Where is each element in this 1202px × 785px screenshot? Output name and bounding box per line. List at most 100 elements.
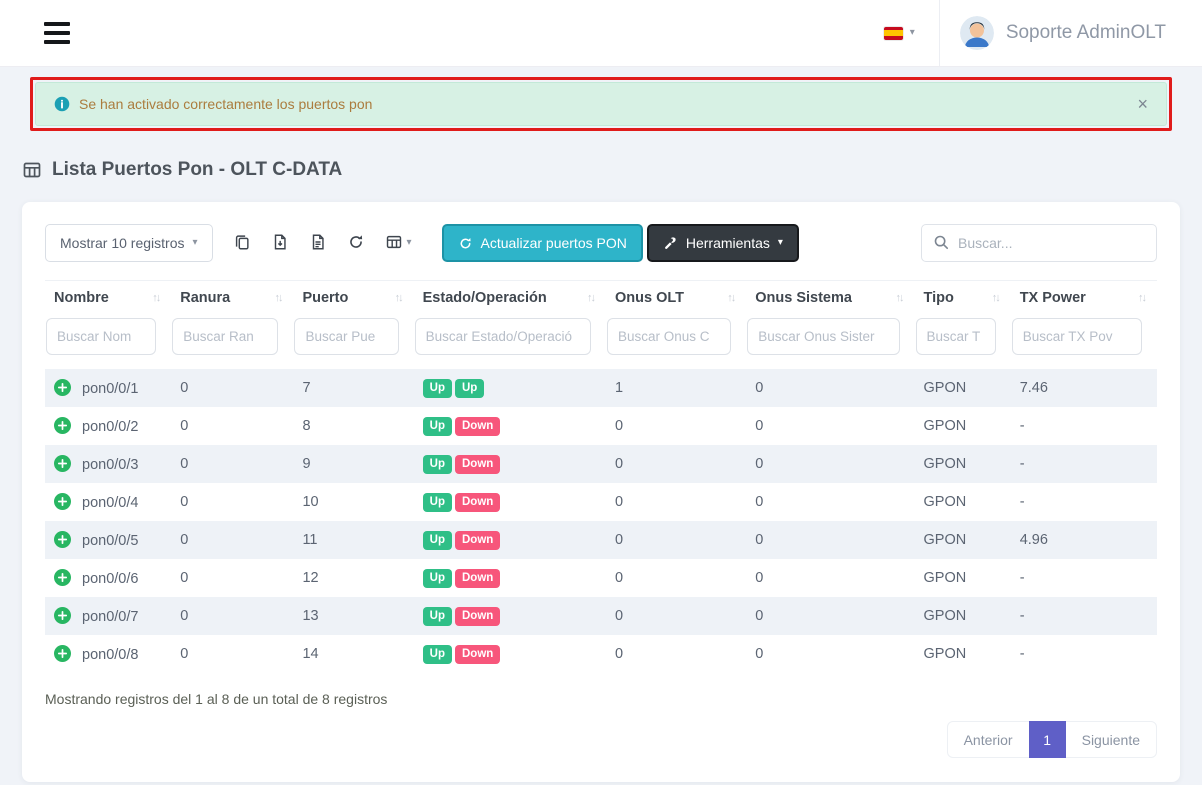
ranura-cell: 0	[171, 559, 293, 597]
tipo-cell: GPON	[915, 597, 1011, 635]
filter-input-onus_olt[interactable]	[607, 318, 731, 355]
column-label: Tipo	[924, 290, 954, 306]
onus-sistema-cell: 0	[746, 369, 914, 407]
tx-power-cell: -	[1011, 483, 1157, 521]
ranura-cell: 0	[171, 483, 293, 521]
tx-power-cell: -	[1011, 635, 1157, 673]
export-file-button[interactable]	[307, 231, 329, 256]
onus-olt-cell: 0	[606, 407, 746, 445]
menu-icon	[44, 22, 70, 26]
ranura-cell: 0	[171, 369, 293, 407]
column-label: Ranura	[180, 290, 230, 306]
info-icon	[54, 96, 70, 112]
sort-icon: ↑↓	[395, 292, 402, 304]
menu-toggle-button[interactable]	[40, 18, 74, 48]
reload-table-button[interactable]	[345, 231, 367, 256]
column-header-puerto[interactable]: Puerto↑↓	[293, 280, 413, 317]
column-label: Onus Sistema	[755, 290, 852, 306]
search-input[interactable]	[921, 224, 1157, 262]
operacion-badge: Down	[455, 455, 500, 474]
tx-power-cell: -	[1011, 559, 1157, 597]
port-name: pon0/0/3	[82, 457, 138, 473]
ranura-cell: 0	[171, 521, 293, 559]
table-card: Mostrar 10 registros ▾	[22, 202, 1180, 782]
sort-icon: ↑↓	[587, 292, 594, 304]
tools-dropdown-button[interactable]: Herramientas ▾	[647, 224, 799, 262]
pagination-previous[interactable]: Anterior	[947, 721, 1030, 758]
export-excel-button[interactable]	[269, 231, 291, 256]
expand-row-icon[interactable]	[54, 417, 71, 434]
estado-badge: Up	[423, 417, 452, 436]
column-header-estado[interactable]: Estado/Operación↑↓	[414, 280, 606, 317]
onus-olt-cell: 0	[606, 445, 746, 483]
filter-input-ranura[interactable]	[172, 318, 278, 355]
alert-message: Se han activado correctamente los puerto…	[79, 96, 372, 112]
filter-input-estado[interactable]	[415, 318, 591, 355]
page-title-text: Lista Puertos Pon - OLT C-DATA	[52, 159, 342, 181]
sort-icon: ↑↓	[1138, 292, 1145, 304]
alert-highlight-box: Se han activado correctamente los puerto…	[30, 77, 1172, 131]
table-row: pon0/0/5011UpDown00GPON4.96	[45, 521, 1157, 559]
tipo-cell: GPON	[915, 445, 1011, 483]
operacion-badge: Down	[455, 531, 500, 550]
expand-row-icon[interactable]	[54, 531, 71, 548]
filter-input-onus_sistema[interactable]	[747, 318, 899, 355]
column-label: Onus OLT	[615, 290, 684, 306]
expand-row-icon[interactable]	[54, 493, 71, 510]
top-navbar: ▾ Soporte AdminOLT	[0, 0, 1202, 67]
column-header-ranura[interactable]: Ranura↑↓	[171, 280, 293, 317]
expand-row-icon[interactable]	[54, 645, 71, 662]
column-header-onus_sistema[interactable]: Onus Sistema↑↓	[746, 280, 914, 317]
copy-button[interactable]	[231, 231, 253, 256]
filter-input-tipo[interactable]	[916, 318, 996, 355]
port-name: pon0/0/1	[82, 381, 138, 397]
onus-olt-cell: 0	[606, 559, 746, 597]
filter-input-puerto[interactable]	[294, 318, 398, 355]
column-header-onus_olt[interactable]: Onus OLT↑↓	[606, 280, 746, 317]
column-header-tipo[interactable]: Tipo↑↓	[915, 280, 1011, 317]
operacion-badge: Up	[455, 379, 484, 398]
filter-input-nombre[interactable]	[46, 318, 156, 355]
table-row: pon0/0/208UpDown00GPON-	[45, 407, 1157, 445]
onus-sistema-cell: 0	[746, 597, 914, 635]
expand-row-icon[interactable]	[54, 379, 71, 396]
column-header-nombre[interactable]: Nombre↑↓	[45, 280, 171, 317]
chevron-down-icon: ▾	[192, 238, 197, 248]
table-row: pon0/0/6012UpDown00GPON-	[45, 559, 1157, 597]
page-length-dropdown[interactable]: Mostrar 10 registros ▾	[45, 224, 213, 262]
operacion-badge: Down	[455, 493, 500, 512]
tx-power-cell: 4.96	[1011, 521, 1157, 559]
table-icon	[22, 160, 42, 180]
alert-close-button[interactable]: ×	[1137, 95, 1148, 113]
user-menu[interactable]: Soporte AdminOLT	[940, 16, 1166, 50]
column-header-tx_power[interactable]: TX Power ↑↓	[1011, 280, 1157, 317]
refresh-pon-ports-button[interactable]: Actualizar puertos PON	[442, 224, 643, 262]
language-dropdown[interactable]: ▾	[884, 27, 939, 40]
onus-sistema-cell: 0	[746, 635, 914, 673]
estado-badge: Up	[423, 379, 452, 398]
ranura-cell: 0	[171, 635, 293, 673]
pagination-next[interactable]: Siguiente	[1065, 721, 1157, 758]
spain-flag-icon	[884, 27, 903, 40]
estado-badge: Up	[423, 607, 452, 626]
onus-olt-cell: 0	[606, 521, 746, 559]
tipo-cell: GPON	[915, 521, 1011, 559]
port-name: pon0/0/7	[82, 609, 138, 625]
onus-olt-cell: 0	[606, 597, 746, 635]
copy-icon	[233, 233, 251, 254]
export-excel-icon	[271, 233, 289, 254]
column-visibility-button[interactable]: ▾	[383, 231, 414, 256]
pagination-page-1[interactable]: 1	[1029, 721, 1066, 758]
expand-row-icon[interactable]	[54, 455, 71, 472]
estado-badge: Up	[423, 493, 452, 512]
onus-olt-cell: 0	[606, 483, 746, 521]
port-name: pon0/0/4	[82, 495, 138, 511]
puerto-cell: 7	[293, 369, 413, 407]
operacion-badge: Down	[455, 569, 500, 588]
filter-input-tx_power[interactable]	[1012, 318, 1142, 355]
expand-row-icon[interactable]	[54, 607, 71, 624]
expand-row-icon[interactable]	[54, 569, 71, 586]
chevron-down-icon: ▾	[778, 238, 783, 248]
column-label: TX Power	[1020, 290, 1086, 306]
export-buttons: ▾	[231, 231, 414, 256]
